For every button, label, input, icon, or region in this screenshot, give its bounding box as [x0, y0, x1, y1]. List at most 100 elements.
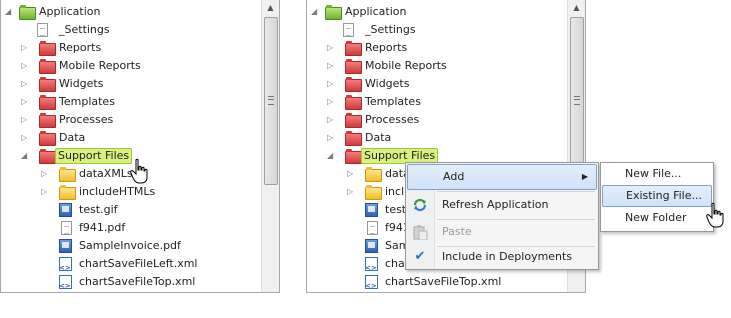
expand-toggle-icon[interactable]: ▷ — [347, 183, 356, 201]
xml-file-icon — [59, 257, 72, 277]
expand-toggle-icon[interactable]: ▷ — [21, 93, 30, 111]
red-folder-icon — [345, 149, 362, 164]
expand-toggle-icon[interactable]: ▷ — [21, 75, 30, 93]
expand-toggle-icon[interactable]: ▷ — [327, 75, 336, 93]
tree-node-label: Data — [365, 131, 392, 144]
menu-item-paste[interactable]: Paste — [407, 220, 597, 244]
red-folder-icon — [39, 77, 56, 92]
grip-icon — [268, 96, 274, 105]
hand-cursor-icon — [706, 202, 724, 228]
red-folder-icon — [39, 59, 56, 74]
menu-item-new-folder[interactable]: New Folder — [602, 208, 712, 228]
tree-node-label: Widgets — [59, 77, 104, 90]
menu-item-label: New File... — [625, 167, 682, 180]
tree-node-label: Processes — [59, 113, 114, 126]
xml-file-icon — [59, 275, 72, 292]
tree-node-label: Application — [39, 5, 101, 18]
red-folder-icon — [345, 77, 362, 92]
menu-item-label: Include in Deployments — [442, 250, 573, 263]
expand-toggle-icon[interactable]: ▷ — [327, 57, 336, 75]
menu-separator — [437, 191, 595, 192]
tree-node-label: Reports — [365, 41, 408, 54]
menu-item-include-in-deployments[interactable]: ✔ Include in Deployments — [407, 245, 597, 269]
context-menu: Add ▶ Refresh Application Paste ✔ Includ… — [405, 162, 599, 270]
red-folder-icon — [39, 41, 56, 56]
tree-node-label: Processes — [365, 113, 420, 126]
xml-file-icon — [365, 275, 378, 292]
tree-node-label: Reports — [59, 41, 102, 54]
add-submenu: New File... Existing File... New Folder — [600, 162, 714, 232]
expand-toggle-icon[interactable]: ▷ — [327, 111, 336, 129]
checkmark-icon: ✔ — [414, 249, 426, 264]
tree-node-label: chartSaveFileTop.xml — [385, 275, 502, 288]
expand-toggle-icon[interactable]: ▷ — [41, 183, 50, 201]
submenu-arrow-icon: ▶ — [581, 172, 588, 181]
yellow-folder-icon — [365, 185, 382, 200]
tree-node-label: Templates — [59, 95, 115, 108]
scrollbar-thumb[interactable] — [570, 17, 584, 185]
menu-item-label: Refresh Application — [442, 198, 549, 211]
grip-icon — [574, 96, 580, 105]
tree-node-label: _Settings — [59, 23, 110, 36]
tree-node-label: Widgets — [365, 77, 410, 90]
menu-item-add[interactable]: Add ▶ — [407, 164, 597, 190]
tree-node-label: Mobile Reports — [59, 59, 141, 72]
pdf-file-icon — [365, 239, 378, 253]
red-folder-icon — [345, 95, 362, 110]
refresh-icon — [413, 198, 427, 212]
document-icon — [343, 23, 354, 37]
tree-node-label: dataXMLs — [79, 167, 133, 180]
hand-cursor-icon — [130, 158, 148, 184]
vertical-scrollbar[interactable]: ▲ — [261, 0, 279, 292]
expand-toggle-icon[interactable]: ▷ — [327, 129, 336, 147]
menu-item-new-file[interactable]: New File... — [602, 164, 712, 184]
expand-toggle-icon[interactable]: ▷ — [21, 39, 30, 57]
yellow-folder-icon — [59, 167, 76, 182]
green-folder-icon — [19, 5, 36, 20]
tree-node-label: SampleInvoice.pdf — [79, 239, 181, 252]
pdf-file-icon — [61, 221, 72, 235]
expand-toggle-icon[interactable]: ▷ — [327, 39, 336, 57]
yellow-folder-icon — [365, 167, 382, 182]
pdf-file-icon — [59, 239, 72, 253]
expand-toggle-icon[interactable]: ▷ — [21, 129, 30, 147]
red-folder-icon — [39, 131, 56, 146]
collapse-toggle-icon[interactable]: ◢ — [21, 147, 30, 165]
menu-item-label: Paste — [442, 225, 472, 238]
menu-item-label: Add — [443, 170, 465, 183]
red-folder-icon — [345, 59, 362, 74]
pdf-file-icon — [367, 221, 378, 235]
left-tree-panel: ◢ Application _Settings ▷ Reports ▷ Mobi… — [0, 0, 280, 293]
expand-toggle-icon[interactable]: ▷ — [21, 57, 30, 75]
tree-node-label: Support Files — [55, 148, 133, 164]
tree-node-label: test — [385, 203, 407, 216]
menu-item-label: Existing File... — [626, 189, 702, 202]
menu-item-label: New Folder — [625, 211, 687, 224]
red-folder-icon — [345, 113, 362, 128]
xml-file-icon — [365, 257, 378, 277]
tree-node-label: test.gif — [79, 203, 118, 216]
expand-toggle-icon[interactable]: ▷ — [41, 165, 50, 183]
document-icon — [37, 23, 48, 37]
tree-node-label: Application — [345, 5, 407, 18]
tree-node-label: chartSaveFileTop.xml — [79, 275, 196, 288]
green-folder-icon — [325, 5, 342, 20]
scroll-up-arrow-icon[interactable]: ▲ — [568, 0, 585, 16]
expand-toggle-icon[interactable]: ▷ — [327, 93, 336, 111]
menu-item-existing-file[interactable]: Existing File... — [602, 185, 712, 207]
expand-toggle-icon[interactable]: ▷ — [21, 111, 30, 129]
red-folder-icon — [39, 95, 56, 110]
tree-node-label: chartSaveFileLeft.xml — [79, 257, 198, 270]
scroll-up-arrow-icon[interactable]: ▲ — [262, 0, 279, 16]
menu-item-refresh-application[interactable]: Refresh Application — [407, 193, 597, 217]
expand-toggle-icon[interactable]: ◢ — [5, 3, 14, 21]
tree-node-label: Mobile Reports — [365, 59, 447, 72]
image-file-icon — [59, 203, 72, 217]
collapse-toggle-icon[interactable]: ◢ — [327, 147, 336, 165]
image-file-icon — [365, 203, 378, 217]
yellow-folder-icon — [59, 185, 76, 200]
expand-toggle-icon[interactable]: ◢ — [311, 3, 320, 21]
scrollbar-thumb[interactable] — [264, 17, 278, 185]
red-folder-icon — [345, 131, 362, 146]
expand-toggle-icon[interactable]: ▷ — [347, 165, 356, 183]
